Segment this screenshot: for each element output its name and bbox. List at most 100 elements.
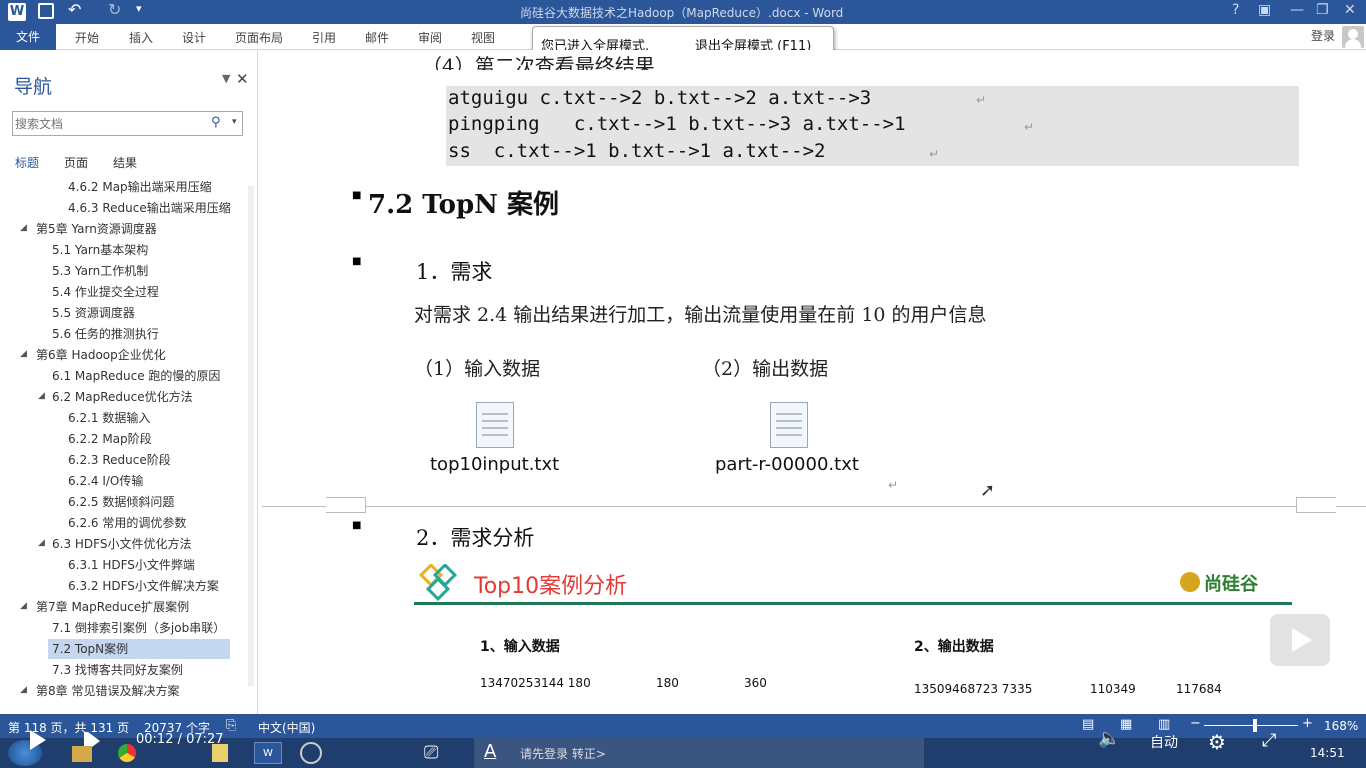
chrome-icon[interactable] <box>118 744 136 762</box>
section-heading: 7.2 TopN 案例 <box>368 190 559 220</box>
play-overlay-button[interactable] <box>1270 614 1330 666</box>
settings-app-icon[interactable] <box>300 742 322 764</box>
tab-mailings[interactable]: 邮件 <box>365 29 389 46</box>
login-link[interactable]: 登录 <box>1311 27 1335 44</box>
text-file-icon[interactable] <box>770 402 808 448</box>
nav-heading-item[interactable]: 第6章 Hadoop企业优化 <box>36 346 166 364</box>
tab-layout[interactable]: 页面布局 <box>235 29 283 46</box>
play-icon[interactable] <box>30 730 46 750</box>
tab-view[interactable]: 视图 <box>471 29 495 46</box>
collapse-triangle-icon[interactable]: ◢ <box>20 223 27 233</box>
collapse-triangle-icon[interactable]: ◢ <box>20 349 27 359</box>
tab-file[interactable]: 文件 <box>0 24 56 50</box>
nav-heading-item[interactable]: 6.3 HDFS小文件优化方法 <box>52 535 191 553</box>
language[interactable]: 中文(中国) <box>258 719 315 736</box>
nav-search-box[interactable]: ⚲ ▾ <box>12 111 243 136</box>
nav-tab-headings[interactable]: 标题 <box>15 154 39 171</box>
nav-options-icon[interactable]: ▼ <box>222 72 230 85</box>
slide-output-cell: 13509468723 7335 <box>914 682 1033 696</box>
collapse-triangle-icon[interactable]: ◢ <box>38 391 45 401</box>
nav-heading-item[interactable]: 6.3.2 HDFS小文件解决方案 <box>68 577 219 595</box>
zoom-out-icon[interactable]: − <box>1190 716 1201 731</box>
nav-heading-item[interactable]: 4.6.3 Reduce输出端采用压缩 <box>68 199 231 217</box>
tab-review[interactable]: 审阅 <box>418 29 442 46</box>
search-dropdown-icon[interactable]: ▾ <box>232 117 237 127</box>
nav-heading-item[interactable]: 5.1 Yarn基本架构 <box>52 241 148 259</box>
gear-icon[interactable]: ⚙ <box>1208 730 1226 754</box>
file-explorer-icon[interactable] <box>72 746 92 762</box>
tab-design[interactable]: 设计 <box>182 29 206 46</box>
slide-output-title: 2、输出数据 <box>914 639 994 655</box>
fullscreen-icon[interactable]: ⤢ <box>1262 730 1276 751</box>
login-prompt-bar[interactable]: A 请先登录 转正> <box>474 738 924 768</box>
slide-output-cell: 110349 <box>1090 682 1136 696</box>
zoom-slider[interactable] <box>1204 725 1298 726</box>
document-area: （4）第二次查看最终结果 atguigu c.txt-->2 b.txt-->2… <box>262 50 1366 714</box>
volume-icon[interactable]: 🔈 <box>1098 728 1120 749</box>
undo-icon[interactable]: ↶ <box>68 0 81 19</box>
nav-heading-item[interactable]: 6.2 MapReduce优化方法 <box>52 388 193 406</box>
nav-heading-item[interactable]: 5.4 作业提交全过程 <box>52 283 159 301</box>
nav-heading-item[interactable]: 第7章 MapReduce扩展案例 <box>36 598 189 616</box>
zoom-slider-thumb[interactable] <box>1253 719 1257 732</box>
nav-heading-item[interactable]: 6.3.1 HDFS小文件弊端 <box>68 556 195 574</box>
collapse-triangle-icon[interactable]: ◢ <box>20 601 27 611</box>
restore-icon[interactable]: ❐ <box>1316 2 1329 18</box>
read-mode-icon[interactable]: ▤ <box>1082 717 1094 732</box>
nav-heading-item[interactable]: 6.2.5 数据倾斜问题 <box>68 493 174 511</box>
save-icon[interactable] <box>38 3 54 19</box>
nav-scrollbar[interactable] <box>248 186 254 686</box>
slide-divider <box>414 602 1292 605</box>
nav-tab-pages[interactable]: 页面 <box>64 154 88 171</box>
print-layout-icon[interactable]: ▦ <box>1120 717 1132 732</box>
avatar[interactable] <box>1342 26 1364 48</box>
help-icon[interactable]: ? <box>1232 2 1239 18</box>
nav-heading-item[interactable]: 第5章 Yarn资源调度器 <box>36 220 157 238</box>
nav-heading-item[interactable]: 7.1 倒排索引案例（多job串联） <box>52 619 225 637</box>
zoom-level[interactable]: 168% <box>1324 719 1358 733</box>
nav-heading-item[interactable]: 4.6.2 Map输出端采用压缩 <box>68 178 212 196</box>
collapse-triangle-icon[interactable]: ◢ <box>20 685 27 695</box>
tab-insert[interactable]: 插入 <box>129 29 153 46</box>
nav-close-icon[interactable]: ✕ <box>236 70 249 88</box>
nav-heading-item[interactable]: 6.2.4 I/O传输 <box>68 472 143 490</box>
notepad-icon[interactable] <box>212 744 228 762</box>
nav-heading-item[interactable]: 6.2.1 数据输入 <box>68 409 150 427</box>
login-prompt[interactable]: 请先登录 转正> <box>520 745 606 762</box>
close-icon[interactable]: ✕ <box>1344 2 1356 18</box>
output-file-name[interactable]: part-r-00000.txt <box>715 454 859 475</box>
nav-heading-item[interactable]: 6.2.2 Map阶段 <box>68 430 152 448</box>
auto-quality[interactable]: 自动 <box>1150 732 1178 752</box>
redo-icon[interactable]: ↻ <box>108 0 121 19</box>
text-file-icon[interactable] <box>476 402 514 448</box>
proofing-icon[interactable]: ⎘ <box>226 718 236 733</box>
screenshot-icon[interactable]: ⎚ <box>424 742 438 763</box>
nav-heading-item[interactable]: 5.6 任务的推测执行 <box>52 325 159 343</box>
code-line-2: pingping c.txt-->1 b.txt-->3 a.txt-->1 <box>448 113 906 135</box>
navigation-pane: 导航 ▼ ✕ ⚲ ▾ 标题 页面 结果 4.6.2 Map输出端采用压缩4.6.… <box>0 50 258 714</box>
nav-heading-item[interactable]: 7.3 找博客共同好友案例 <box>52 661 183 679</box>
web-layout-icon[interactable]: ▥ <box>1158 717 1170 732</box>
word-taskbar-icon[interactable]: W <box>254 742 282 764</box>
search-icon[interactable]: ⚲ <box>211 115 221 130</box>
customize-qat-icon[interactable]: ▾ <box>136 2 142 15</box>
nav-heading-item[interactable]: 6.2.6 常用的调优参数 <box>68 514 186 532</box>
page-count[interactable]: 第 118 页，共 131 页 <box>8 719 129 736</box>
tab-references[interactable]: 引用 <box>312 29 336 46</box>
nav-heading-item[interactable]: 6.1 MapReduce 跑的慢的原因 <box>52 367 220 385</box>
input-file-name[interactable]: top10input.txt <box>430 454 559 475</box>
slide-input-cell: 13470253144 180 <box>480 676 591 690</box>
zoom-in-icon[interactable]: + <box>1302 716 1313 731</box>
ribbon-display-icon[interactable]: ▣ <box>1258 2 1271 18</box>
nav-heading-item[interactable]: 5.5 资源调度器 <box>52 304 135 322</box>
search-input[interactable] <box>15 114 205 133</box>
nav-tab-results[interactable]: 结果 <box>113 154 137 171</box>
nav-heading-item[interactable]: 第8章 常见错误及解决方案 <box>36 682 179 700</box>
minimize-icon[interactable]: — <box>1290 2 1304 18</box>
collapse-triangle-icon[interactable]: ◢ <box>38 538 45 548</box>
nav-heading-item[interactable]: 5.3 Yarn工作机制 <box>52 262 148 280</box>
nav-heading-item[interactable]: 6.2.3 Reduce阶段 <box>68 451 171 469</box>
tab-home[interactable]: 开始 <box>75 29 99 46</box>
nav-heading-item[interactable]: 7.2 TopN案例 <box>52 640 128 658</box>
input-data-label: （1）输入数据 <box>414 358 541 380</box>
